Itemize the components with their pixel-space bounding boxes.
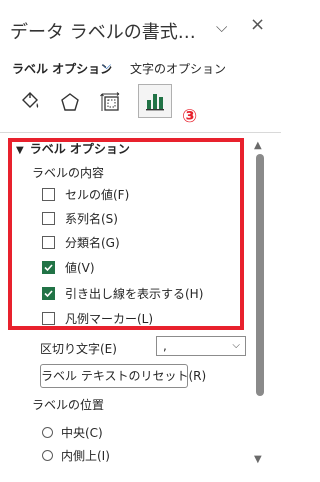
close-icon[interactable]: × xyxy=(250,16,265,34)
radio-label: 中央(C) xyxy=(61,426,103,440)
tab-text-options[interactable]: 文字のオプション xyxy=(130,60,226,77)
reset-label-text-button[interactable]: ラベル テキストのリセット(R) xyxy=(40,364,206,388)
tab-label-options[interactable]: ラベル オプション xyxy=(12,60,112,77)
separator-select[interactable]: , ⌵ xyxy=(156,336,246,356)
scroll-up-icon[interactable]: ▲ xyxy=(254,140,262,151)
radio-button[interactable] xyxy=(42,427,53,438)
step-badge: ③ xyxy=(182,106,198,127)
separator-label: 区切り文字(E) xyxy=(40,342,117,356)
radio-button[interactable] xyxy=(42,450,53,461)
radio-inside-end[interactable]: 内側上(I) xyxy=(42,447,110,464)
separator-value: , xyxy=(163,339,167,353)
fill-line-icon[interactable] xyxy=(14,86,46,118)
highlight-box xyxy=(8,138,244,330)
pane-title: データ ラベルの書式… xyxy=(10,22,196,43)
effects-pentagon-icon[interactable] xyxy=(54,86,86,118)
label-options-bar-chart-icon[interactable] xyxy=(138,84,172,118)
chevron-down-icon[interactable]: ⌵ xyxy=(102,58,111,73)
radio-label: 内側上(I) xyxy=(61,449,110,463)
label-position-heading: ラベルの位置 xyxy=(32,398,105,412)
collapse-pane-icon[interactable]: ⌵ xyxy=(216,20,227,35)
size-properties-icon[interactable] xyxy=(94,86,126,118)
chevron-down-icon: ⌵ xyxy=(232,340,240,351)
radio-center[interactable]: 中央(C) xyxy=(42,424,103,441)
scroll-down-icon[interactable]: ▼ xyxy=(254,454,262,465)
tab-separator xyxy=(0,132,281,133)
scrollbar-thumb[interactable] xyxy=(256,154,264,396)
